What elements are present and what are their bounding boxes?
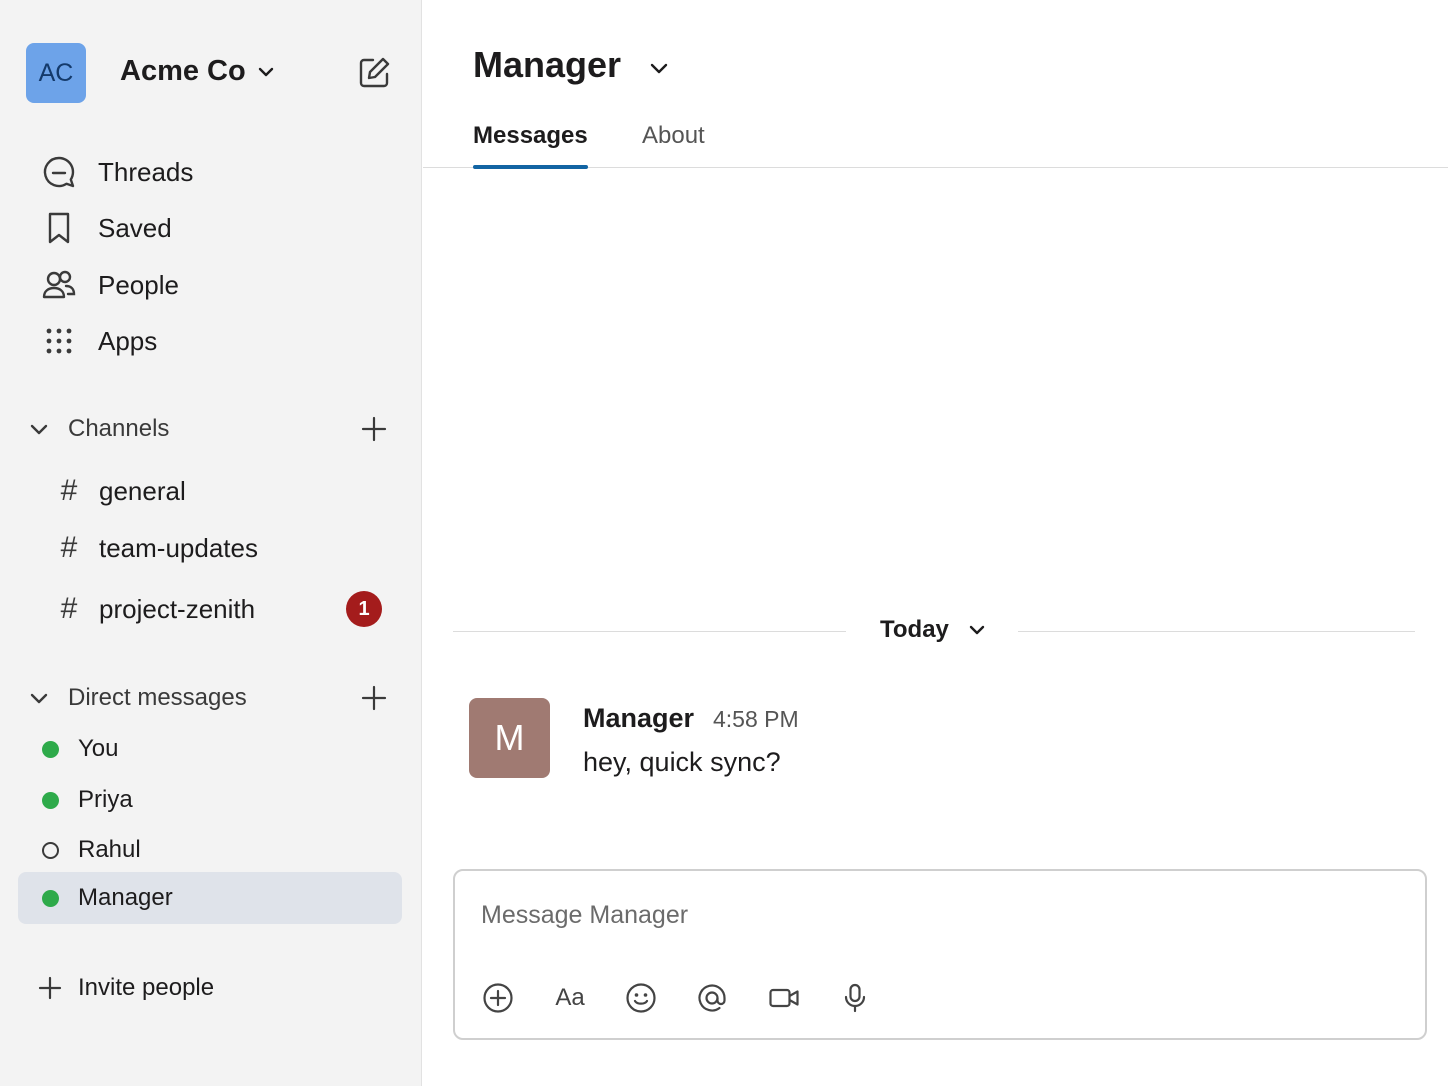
dm-you[interactable]: You	[18, 723, 402, 775]
presence-online-icon	[42, 740, 59, 758]
channel-project-zenith[interactable]: # project-zenith 1	[56, 587, 392, 631]
tab-about[interactable]: About	[642, 122, 705, 168]
dm-priya[interactable]: Priya	[18, 774, 402, 826]
dm-name: Rahul	[78, 836, 141, 863]
day-divider-button[interactable]: Today	[880, 616, 987, 644]
nav-people-label: People	[98, 269, 179, 300]
hash-icon: #	[60, 474, 78, 507]
chevron-down-icon	[30, 424, 48, 435]
dm-name: You	[78, 735, 119, 762]
channels-section-header[interactable]: Channels	[28, 411, 388, 447]
workspace-header: AC Acme Co	[26, 43, 396, 103]
presence-online-icon	[42, 889, 59, 907]
workspace-avatar[interactable]: AC	[26, 43, 86, 103]
hash-icon: #	[60, 592, 78, 625]
threads-icon	[40, 153, 78, 191]
bookmark-icon	[40, 209, 78, 247]
message-author[interactable]: Manager	[583, 703, 694, 734]
workspace-switcher[interactable]: Acme Co	[120, 55, 276, 88]
message-timestamp[interactable]: 4:58 PM	[713, 706, 799, 733]
apps-grid-icon	[40, 322, 78, 360]
unread-badge: 1	[346, 591, 382, 627]
video-clip-button[interactable]	[767, 981, 801, 1015]
message-input[interactable]	[481, 895, 1381, 935]
nav-saved[interactable]: Saved	[40, 208, 172, 248]
avatar[interactable]: M	[469, 698, 550, 778]
dm-manager[interactable]: Manager	[18, 872, 402, 924]
conversation-pane: Manager Messages About Today M Manager 4…	[423, 0, 1448, 1086]
people-icon	[40, 266, 78, 304]
microphone-icon	[844, 983, 866, 1013]
chevron-down-icon	[969, 625, 985, 635]
nav-people[interactable]: People	[40, 265, 179, 305]
hash-icon: #	[60, 531, 78, 564]
add-dm-icon[interactable]	[360, 684, 388, 712]
channel-name: project-zenith	[99, 593, 256, 624]
invite-label: Invite people	[78, 974, 215, 1001]
formatting-button[interactable]: Aa	[553, 981, 587, 1015]
chevron-down-icon	[650, 63, 668, 74]
dms-heading: Direct messages	[68, 684, 247, 711]
mention-button[interactable]	[695, 981, 729, 1015]
nav-apps-label: Apps	[98, 325, 158, 356]
nav-apps[interactable]: Apps	[40, 321, 157, 361]
plus-circle-icon	[483, 983, 513, 1013]
compose-icon[interactable]	[356, 55, 392, 91]
conversation-tabs: Messages About	[423, 110, 1448, 169]
plus-icon	[38, 976, 62, 1000]
invite-people-button[interactable]: Invite people	[38, 970, 214, 1006]
conversation-title: Manager	[473, 44, 622, 85]
emoji-icon	[626, 983, 656, 1013]
message-text: hey, quick sync?	[583, 747, 781, 777]
channel-team-updates[interactable]: # team-updates	[56, 526, 392, 570]
conversation-title-button[interactable]: Manager	[473, 44, 671, 86]
workspace-name: Acme Co	[120, 55, 246, 87]
add-channel-icon[interactable]	[360, 415, 388, 443]
chevron-down-icon	[30, 693, 48, 704]
divider-line	[453, 631, 846, 632]
channel-general[interactable]: # general	[56, 469, 392, 513]
dms-section-header[interactable]: Direct messages	[28, 680, 388, 716]
presence-online-icon	[42, 791, 59, 809]
chevron-down-icon	[258, 67, 273, 76]
add-attachment-button[interactable]	[481, 981, 515, 1015]
channels-heading: Channels	[68, 415, 170, 442]
at-sign-icon	[698, 984, 726, 1012]
audio-clip-button[interactable]	[838, 981, 872, 1015]
nav-threads-label: Threads	[98, 156, 194, 187]
dm-rahul[interactable]: Rahul	[18, 824, 402, 876]
channel-name: team-updates	[99, 532, 258, 563]
dm-name: Manager	[78, 884, 173, 911]
emoji-button[interactable]	[624, 981, 658, 1015]
nav-threads[interactable]: Threads	[40, 152, 193, 192]
message-composer: Aa	[453, 869, 1427, 1040]
divider-line	[1018, 631, 1415, 632]
presence-away-icon	[42, 841, 59, 859]
sidebar: AC Acme Co Threads Saved People Apps Cha…	[0, 0, 422, 1086]
day-divider-label: Today	[880, 616, 949, 643]
format-text-icon: Aa	[555, 984, 585, 1011]
video-camera-icon	[769, 988, 799, 1008]
channel-name: general	[99, 475, 186, 506]
dm-name: Priya	[78, 786, 133, 813]
nav-saved-label: Saved	[98, 212, 172, 243]
tab-messages[interactable]: Messages	[473, 122, 588, 169]
